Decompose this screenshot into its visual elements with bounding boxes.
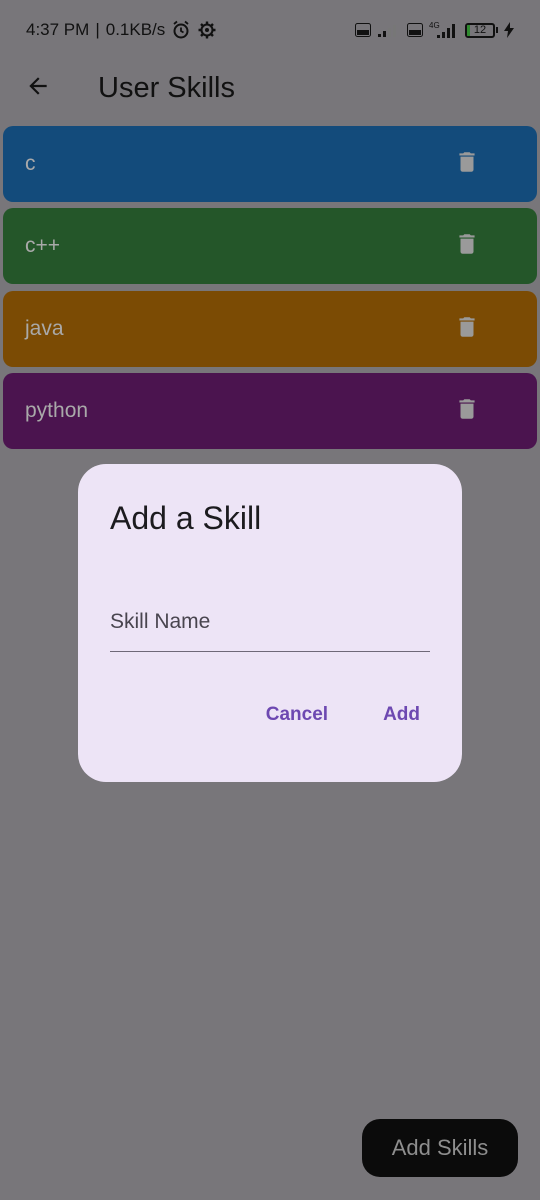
trash-icon xyxy=(454,312,480,347)
delete-skill-button[interactable] xyxy=(447,226,487,266)
back-button[interactable] xyxy=(10,60,66,116)
arrow-left-icon xyxy=(25,73,51,104)
gear-icon xyxy=(197,20,217,40)
status-speed: 0.1KB/s xyxy=(105,20,166,39)
add-skills-button[interactable]: Add Skills xyxy=(362,1119,518,1177)
battery-level: 12 xyxy=(473,23,487,36)
skill-card-java: java xyxy=(3,291,537,367)
volte-icon xyxy=(407,23,423,37)
page-title: User Skills xyxy=(98,71,235,104)
skill-name-field xyxy=(110,592,430,652)
status-separator: | xyxy=(95,20,100,39)
dialog-title: Add a Skill xyxy=(110,500,262,536)
volte-icon xyxy=(355,23,371,37)
trash-icon xyxy=(454,229,480,264)
delete-skill-button[interactable] xyxy=(447,144,487,184)
status-time: 4:37 PM xyxy=(26,20,90,39)
skill-card-c: c xyxy=(3,126,537,202)
skill-label: c xyxy=(25,152,36,175)
skill-card-cpp: c++ xyxy=(3,208,537,284)
signal-icon xyxy=(377,22,401,38)
delete-skill-button[interactable] xyxy=(447,391,487,431)
status-right: 4G 12 xyxy=(355,21,514,39)
status-bar: 4:37 PM | 0.1KB/s 4G 12 xyxy=(0,0,540,60)
skill-label: python xyxy=(25,399,89,422)
svg-text:4G: 4G xyxy=(429,21,440,30)
skill-name-input[interactable] xyxy=(110,592,430,651)
delete-skill-button[interactable] xyxy=(447,309,487,349)
dialog-actions: Cancel Add xyxy=(266,704,420,726)
bolt-icon xyxy=(504,22,514,38)
status-left: 4:37 PM | 0.1KB/s xyxy=(26,20,217,40)
trash-icon xyxy=(454,147,480,182)
battery-indicator: 12 xyxy=(465,22,498,38)
trash-icon xyxy=(454,394,480,429)
signal-icon: 4G xyxy=(429,21,459,39)
app-bar: User Skills xyxy=(0,60,540,116)
skill-card-python: python xyxy=(3,373,537,449)
skill-label: java xyxy=(25,317,64,340)
skill-label: c++ xyxy=(25,234,61,257)
add-skill-dialog: Add a Skill Cancel Add xyxy=(78,464,462,782)
alarm-icon xyxy=(171,20,191,40)
add-button[interactable]: Add xyxy=(383,704,420,726)
cancel-button[interactable]: Cancel xyxy=(266,704,328,726)
